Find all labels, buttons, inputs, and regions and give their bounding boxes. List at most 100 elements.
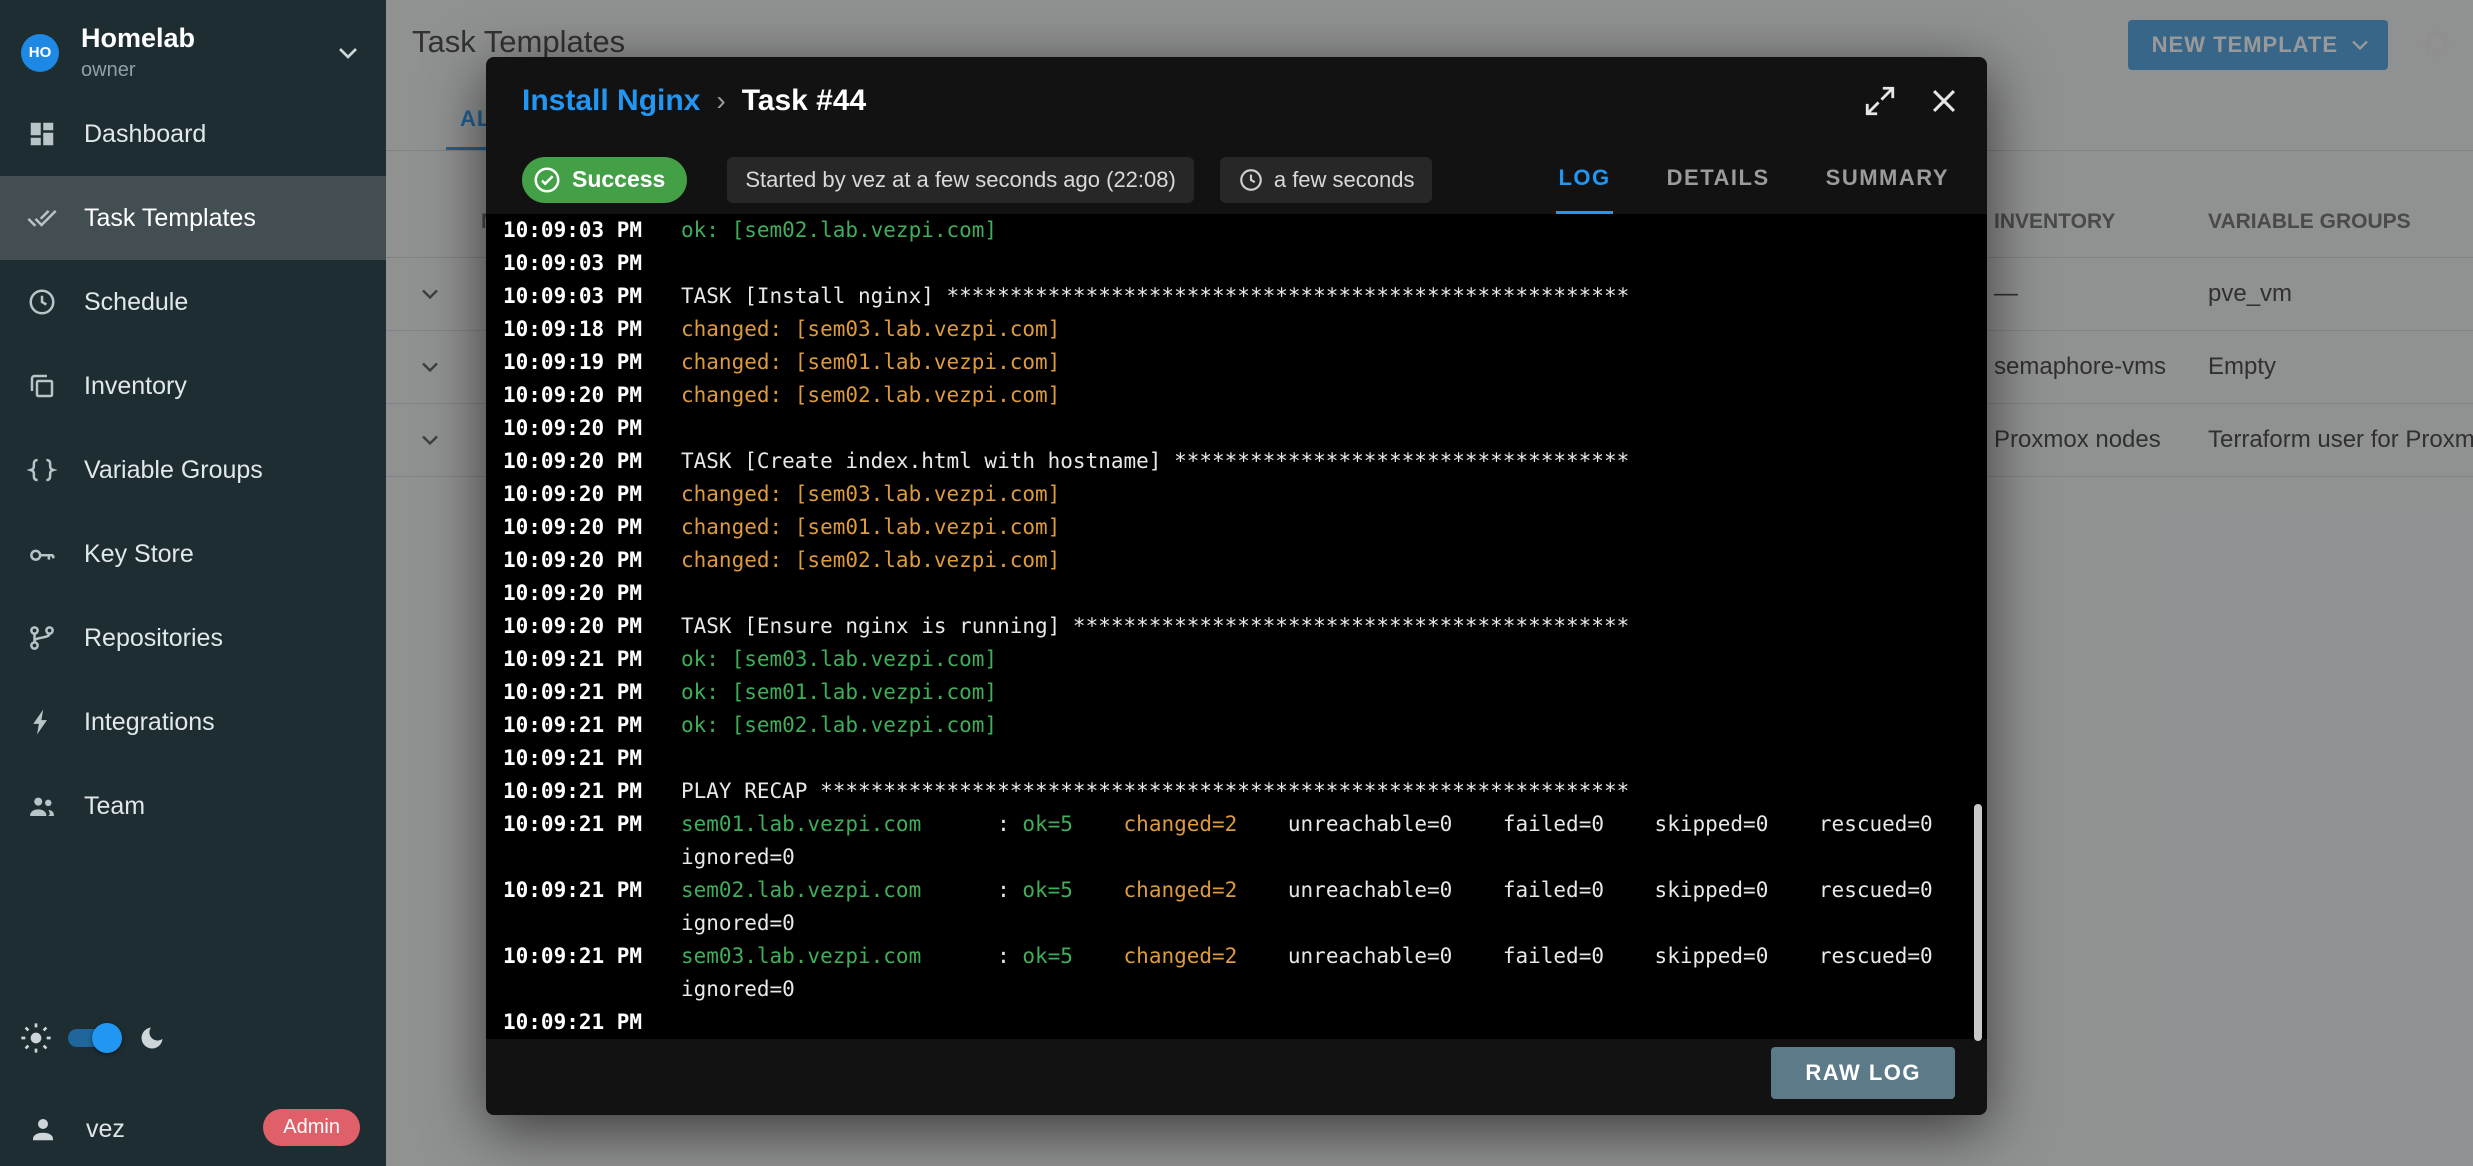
sidebar-item-team[interactable]: Team xyxy=(0,764,386,848)
log-timestamp: 10:09:21 PM xyxy=(486,643,681,676)
sidebar-item-label: Schedule xyxy=(84,288,188,317)
log-text: ok: [sem02.lab.vezpi.com] xyxy=(681,709,997,742)
log-line: 10:09:18 PMchanged: [sem03.lab.vezpi.com… xyxy=(486,313,1987,346)
workspace-info: Homelab owner xyxy=(81,24,332,82)
sidebar-item-label: Integrations xyxy=(84,708,215,737)
tab-summary[interactable]: SUMMARY xyxy=(1824,145,1951,214)
sidebar-item-dashboard[interactable]: Dashboard xyxy=(0,92,386,176)
raw-log-button[interactable]: RAW LOG xyxy=(1771,1047,1955,1099)
user-row[interactable]: vez Admin xyxy=(0,1100,386,1158)
log-text: TASK [Ensure nginx is running] *********… xyxy=(681,610,1629,643)
log-timestamp xyxy=(486,973,681,1006)
sidebar-item-schedule[interactable]: Schedule xyxy=(0,260,386,344)
log-scrollbar[interactable] xyxy=(1974,804,1982,1041)
log-line: 10:09:21 PM xyxy=(486,1006,1987,1039)
inventory-icon xyxy=(27,371,57,401)
sidebar-item-label: Repositories xyxy=(84,624,223,653)
log-timestamp: 10:09:21 PM xyxy=(486,1006,681,1039)
log-text: sem03.lab.vezpi.com : ok=5 changed=2 unr… xyxy=(681,940,1933,973)
log-line: 10:09:21 PMok: [sem02.lab.vezpi.com] xyxy=(486,709,1987,742)
language-flag-uk[interactable] xyxy=(306,1018,360,1054)
log-timestamp: 10:09:03 PM xyxy=(486,247,681,280)
sidebar-item-variable-groups[interactable]: Variable Groups xyxy=(0,428,386,512)
sidebar-item-repositories[interactable]: Repositories xyxy=(0,596,386,680)
variable-groups-icon xyxy=(27,455,57,485)
log-timestamp: 10:09:19 PM xyxy=(486,346,681,379)
workspace-name: Homelab xyxy=(81,24,332,54)
log-line: 10:09:21 PMok: [sem01.lab.vezpi.com] xyxy=(486,676,1987,709)
log-timestamp: 10:09:21 PM xyxy=(486,808,681,841)
team-icon xyxy=(27,791,57,821)
log-text: ok: [sem01.lab.vezpi.com] xyxy=(681,676,997,709)
close-icon[interactable] xyxy=(1927,84,1961,118)
log-line: 10:09:21 PMsem02.lab.vezpi.com : ok=5 ch… xyxy=(486,874,1987,907)
sidebar-item-inventory[interactable]: Inventory xyxy=(0,344,386,428)
log-text: ignored=0 xyxy=(681,907,795,940)
schedule-icon xyxy=(27,287,57,317)
key-store-icon xyxy=(27,539,57,569)
tab-details[interactable]: DETAILS xyxy=(1665,145,1772,214)
log-timestamp: 10:09:03 PM xyxy=(486,280,681,313)
template-link[interactable]: Install Nginx xyxy=(522,84,700,118)
log-line: ignored=0 xyxy=(486,841,1987,874)
log-timestamp: 10:09:20 PM xyxy=(486,379,681,412)
sidebar-item-key-store[interactable]: Key Store xyxy=(0,512,386,596)
log-text: TASK [Install nginx] *******************… xyxy=(681,280,1629,313)
sidebar-item-task-templates[interactable]: Task Templates xyxy=(0,176,386,260)
log-line: 10:09:21 PMok: [sem03.lab.vezpi.com] xyxy=(486,643,1987,676)
theme-toggle-thumb[interactable] xyxy=(92,1023,122,1053)
log-timestamp: 10:09:20 PM xyxy=(486,577,681,610)
log-text: changed: [sem01.lab.vezpi.com] xyxy=(681,346,1060,379)
log-line: 10:09:21 PMPLAY RECAP ******************… xyxy=(486,775,1987,808)
sidebar-item-label: Dashboard xyxy=(84,120,206,149)
log-line: 10:09:21 PMsem03.lab.vezpi.com : ok=5 ch… xyxy=(486,940,1987,973)
log-timestamp: 10:09:18 PM xyxy=(486,313,681,346)
log-line: 10:09:20 PMchanged: [sem01.lab.vezpi.com… xyxy=(486,511,1987,544)
log-text: changed: [sem01.lab.vezpi.com] xyxy=(681,511,1060,544)
task-title: Task #44 xyxy=(742,84,867,118)
app-root: HO Homelab owner Dashboard Task Templates… xyxy=(0,0,2473,1166)
log-timestamp: 10:09:21 PM xyxy=(486,742,681,775)
log-timestamp: 10:09:21 PM xyxy=(486,676,681,709)
status-label: Success xyxy=(572,166,665,193)
check-circle-icon xyxy=(532,165,562,195)
log-text: TASK [Create index.html with hostname] *… xyxy=(681,445,1629,478)
workspace-role: owner xyxy=(81,59,332,82)
dialog-actions xyxy=(1863,84,1961,118)
repositories-icon xyxy=(27,623,57,653)
log-text: changed: [sem02.lab.vezpi.com] xyxy=(681,379,1060,412)
log-timestamp: 10:09:21 PM xyxy=(486,940,681,973)
log-timestamp xyxy=(486,907,681,940)
duration-chip: a few seconds xyxy=(1220,157,1433,203)
log-timestamp: 10:09:20 PM xyxy=(486,544,681,577)
dashboard-icon xyxy=(27,119,57,149)
sidebar-item-label: Key Store xyxy=(84,540,194,569)
user-name: vez xyxy=(86,1115,125,1144)
log-line: 10:09:19 PMchanged: [sem01.lab.vezpi.com… xyxy=(486,346,1987,379)
log-text: changed: [sem03.lab.vezpi.com] xyxy=(681,313,1060,346)
log-output: 10:09:03 PMok: [sem02.lab.vezpi.com]10:0… xyxy=(486,214,1987,1039)
clock-icon xyxy=(1238,167,1264,193)
sidebar-item-label: Team xyxy=(84,792,145,821)
task-dialog: Install Nginx › Task #44 Success Started… xyxy=(486,57,1987,1115)
sidebar-item-integrations[interactable]: Integrations xyxy=(0,680,386,764)
log-timestamp: 10:09:20 PM xyxy=(486,610,681,643)
chevron-down-icon[interactable] xyxy=(332,37,364,69)
log-line: 10:09:20 PMchanged: [sem03.lab.vezpi.com… xyxy=(486,478,1987,511)
log-line: 10:09:20 PMchanged: [sem02.lab.vezpi.com… xyxy=(486,379,1987,412)
log-timestamp: 10:09:20 PM xyxy=(486,511,681,544)
log-text: ok: [sem03.lab.vezpi.com] xyxy=(681,643,997,676)
started-chip: Started by vez at a few seconds ago (22:… xyxy=(727,157,1193,203)
theme-toggle[interactable] xyxy=(68,1029,116,1047)
log-line: 10:09:20 PMTASK [Create index.html with … xyxy=(486,445,1987,478)
sidebar-nav: Dashboard Task Templates Schedule Inventory… xyxy=(0,92,386,848)
task-templates-icon xyxy=(27,203,57,233)
log-line: 10:09:03 PMTASK [Install nginx] ********… xyxy=(486,280,1987,313)
log-text: PLAY RECAP *****************************… xyxy=(681,775,1629,808)
log-timestamp: 10:09:21 PM xyxy=(486,775,681,808)
log-line: 10:09:20 PMchanged: [sem02.lab.vezpi.com… xyxy=(486,544,1987,577)
workspace-header[interactable]: HO Homelab owner xyxy=(0,0,386,98)
log-text: changed: [sem02.lab.vezpi.com] xyxy=(681,544,1060,577)
expand-icon[interactable] xyxy=(1863,84,1897,118)
tab-log[interactable]: LOG xyxy=(1556,145,1612,214)
